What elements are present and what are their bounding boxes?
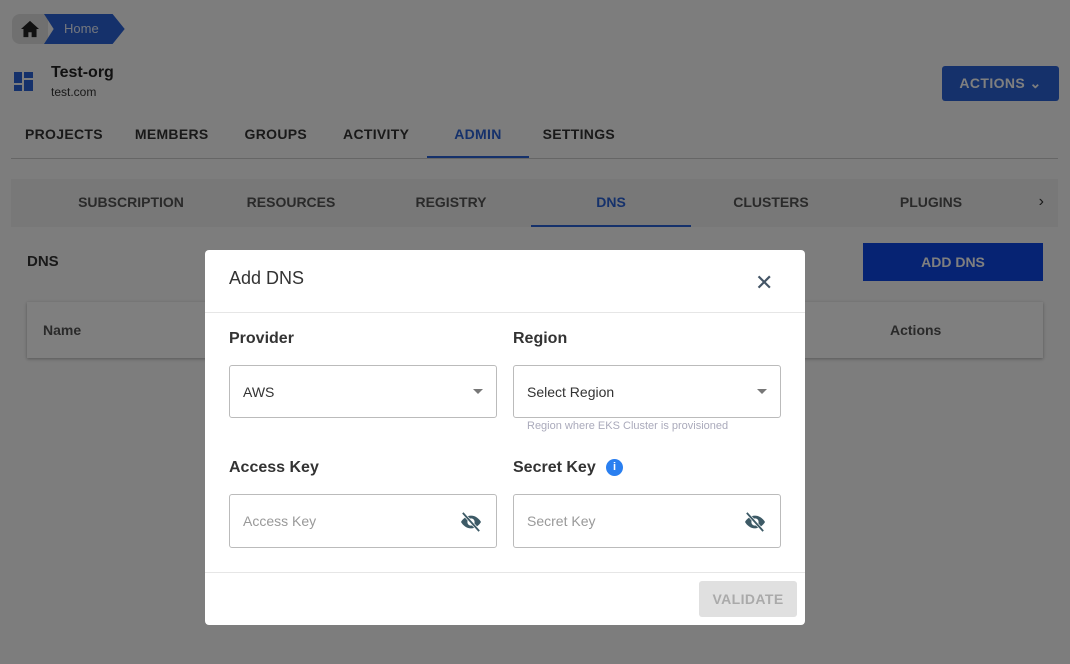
visibility-off-icon[interactable] [460,512,482,532]
add-dns-dialog: Add DNS ✕ Provider AWS Region Select Reg… [205,250,805,625]
close-icon[interactable]: ✕ [755,270,773,296]
divider [205,312,805,313]
secret-key-placeholder: Secret Key [527,513,596,529]
provider-value: AWS [243,383,275,400]
caret-down-icon [757,389,767,394]
region-label: Region [513,330,568,347]
dialog-title: Add DNS [229,268,305,288]
caret-down-icon [473,389,483,394]
access-key-placeholder: Access Key [243,513,317,529]
secret-key-input[interactable]: Secret Key [513,494,781,548]
info-icon[interactable]: i [606,459,623,476]
access-key-label: Access Key [229,459,319,476]
region-placeholder: Select Region [527,383,615,400]
provider-select[interactable]: AWS [229,365,497,418]
secret-key-label: Secret Key [513,459,596,476]
region-helper-text: Region where EKS Cluster is provisioned [527,420,729,432]
provider-label: Provider [229,330,294,347]
visibility-off-icon[interactable] [744,512,766,532]
access-key-input[interactable]: Access Key [229,494,497,548]
divider [205,572,805,573]
region-select[interactable]: Select Region [513,365,781,418]
validate-button[interactable]: VALIDATE [699,581,797,617]
